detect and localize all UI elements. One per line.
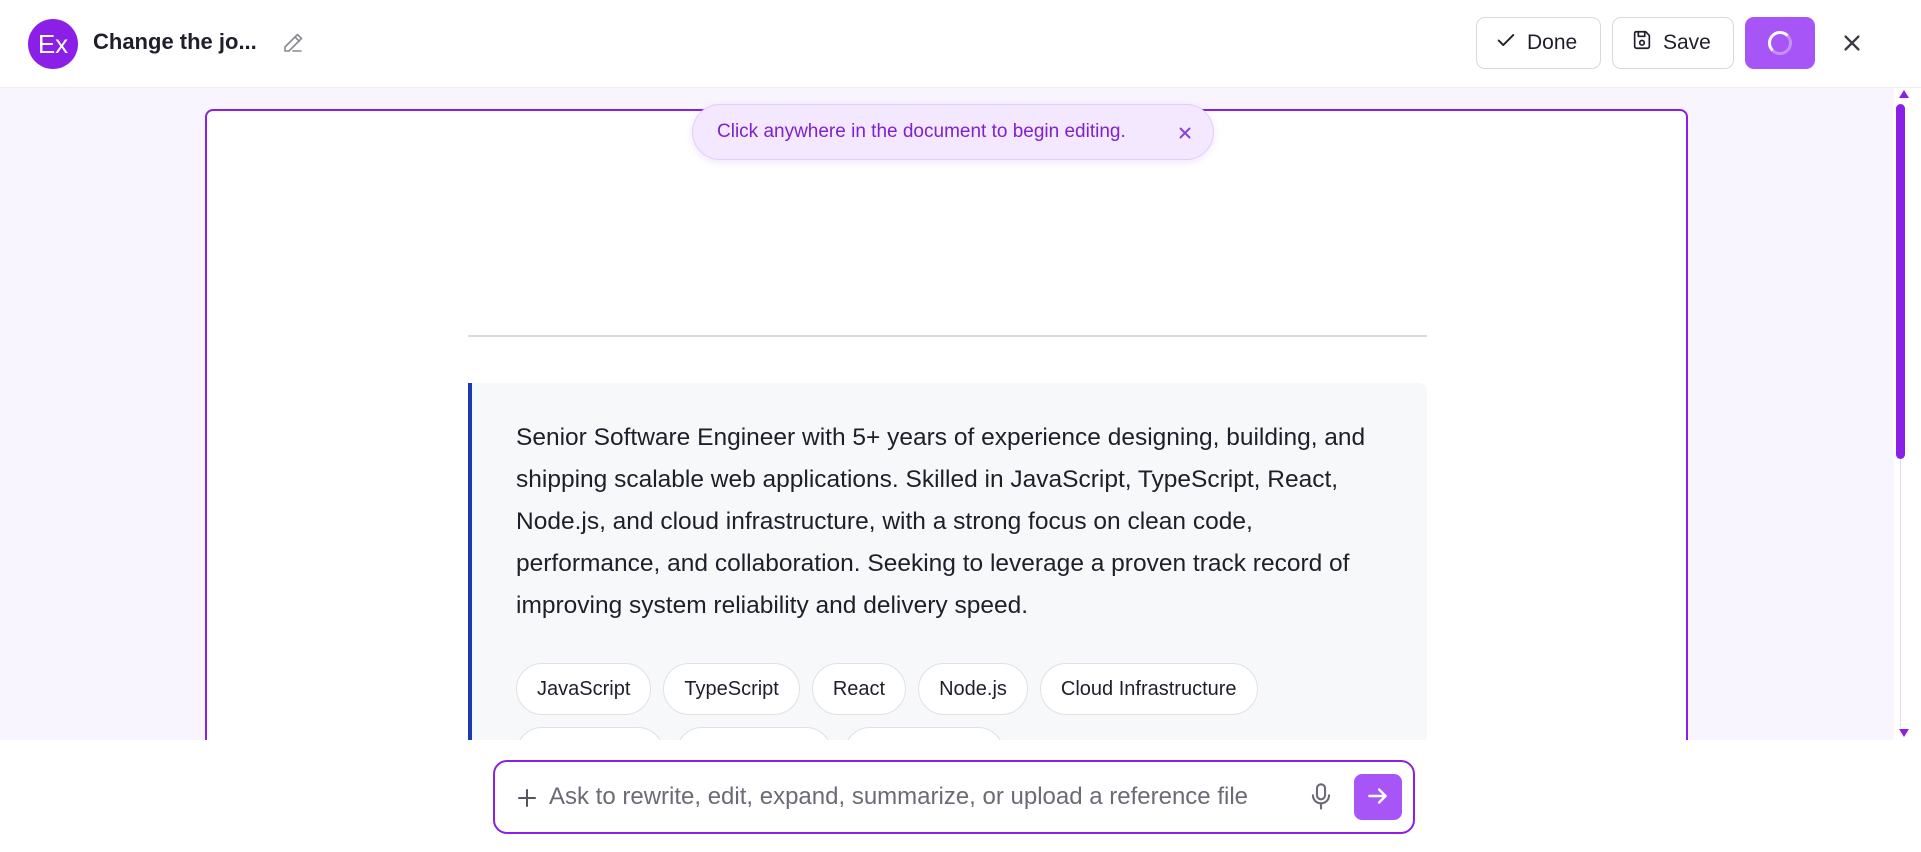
editing-hint-toast: Click anywhere in the document to begin … (692, 104, 1214, 160)
send-button[interactable] (1354, 774, 1402, 820)
summary-section[interactable]: Senior Software Engineer with 5+ years o… (468, 383, 1427, 779)
scrollbar-thumb[interactable] (1896, 104, 1905, 459)
processing-button[interactable] (1745, 17, 1815, 69)
skill-chip[interactable]: Node.js (918, 663, 1028, 715)
save-button-label: Save (1663, 31, 1711, 54)
arrow-right-icon (1365, 783, 1391, 812)
floppy-disk-icon (1631, 29, 1653, 57)
section-divider (468, 335, 1427, 337)
avatar[interactable]: Ex (28, 19, 78, 69)
top-bar: Ex Change the jo... Done Save (0, 0, 1921, 88)
prompt-input[interactable] (549, 778, 1289, 816)
summary-paragraph[interactable]: Senior Software Engineer with 5+ years o… (516, 417, 1396, 627)
done-button[interactable]: Done (1476, 17, 1601, 69)
scrollbar-rail (1900, 459, 1901, 727)
save-button[interactable]: Save (1612, 17, 1734, 69)
toast-message: Click anywhere in the document to begin … (717, 121, 1126, 142)
microphone-icon[interactable] (1307, 782, 1335, 812)
done-button-label: Done (1527, 31, 1578, 54)
document-title: Change the jo... (93, 29, 257, 54)
editor-canvas: Senior Software Engineer with 5+ years o… (0, 88, 1894, 779)
loading-spinner-icon (1768, 31, 1792, 55)
plus-icon[interactable] (515, 786, 539, 810)
skill-chip[interactable]: JavaScript (516, 663, 652, 715)
scroll-up-arrow-icon[interactable] (1899, 90, 1909, 98)
close-icon[interactable] (1836, 27, 1868, 59)
toast-close-icon[interactable] (1176, 124, 1194, 142)
skill-chip[interactable]: TypeScript (663, 663, 800, 715)
document-page[interactable]: Senior Software Engineer with 5+ years o… (205, 109, 1688, 779)
prompt-box (493, 760, 1415, 834)
check-icon (1495, 29, 1517, 57)
scroll-down-arrow-icon[interactable] (1899, 729, 1909, 737)
skill-chip[interactable]: Cloud Infrastructure (1039, 663, 1258, 715)
pencil-icon[interactable] (281, 31, 305, 55)
skill-chip[interactable]: React (811, 663, 907, 715)
